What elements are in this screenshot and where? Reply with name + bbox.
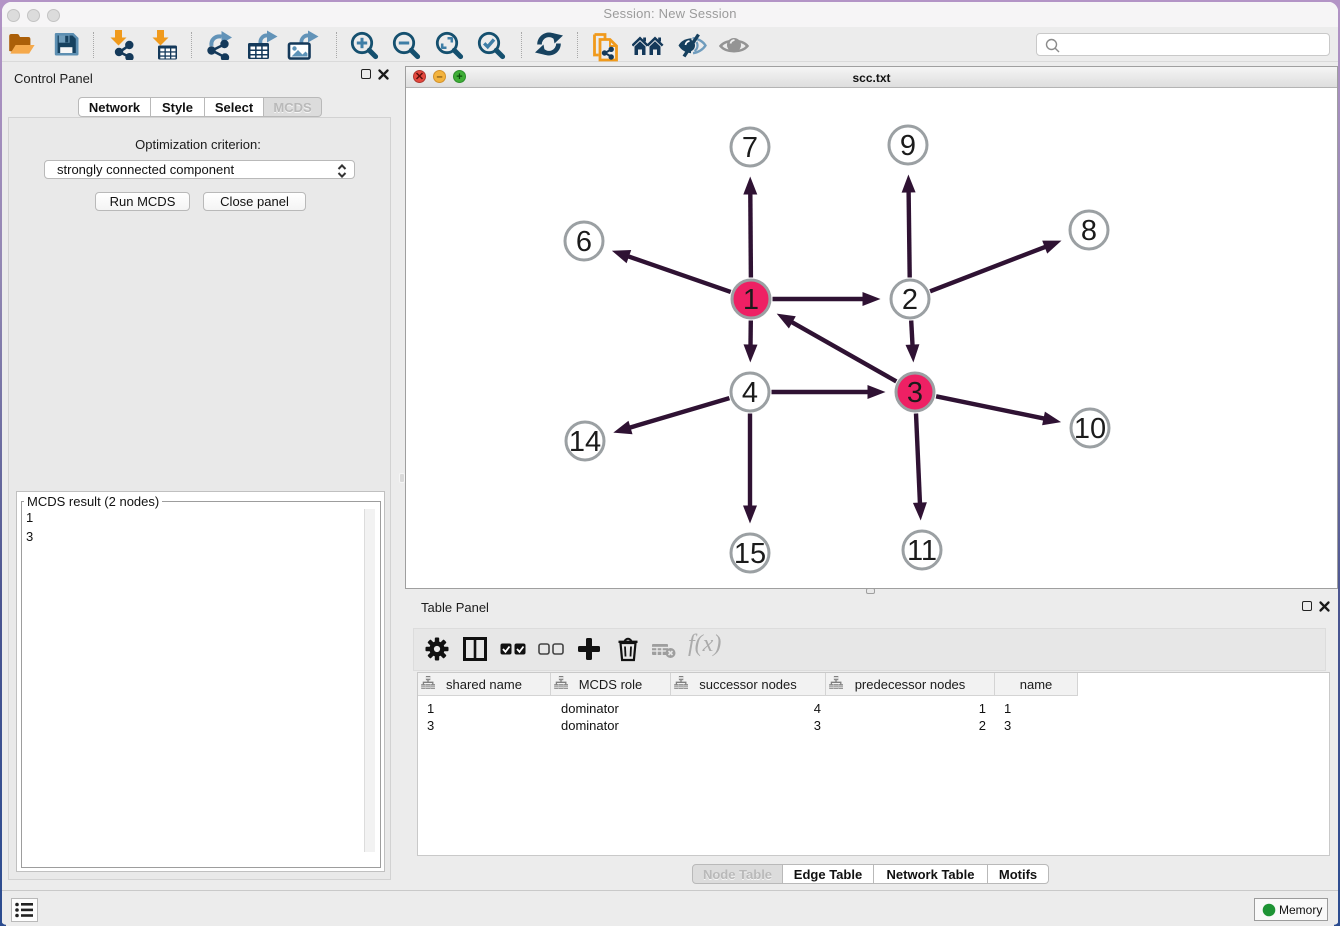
svg-text:4: 4: [742, 377, 758, 409]
svg-text:9: 9: [900, 130, 916, 162]
svg-text:14: 14: [569, 426, 601, 458]
svg-text:1: 1: [743, 284, 759, 316]
svg-text:3: 3: [907, 377, 923, 409]
svg-text:8: 8: [1081, 215, 1097, 247]
svg-text:15: 15: [734, 538, 766, 570]
svg-text:10: 10: [1074, 413, 1106, 445]
svg-text:2: 2: [902, 284, 918, 316]
svg-text:7: 7: [742, 132, 758, 164]
svg-text:6: 6: [576, 226, 592, 258]
svg-text:11: 11: [907, 535, 937, 567]
